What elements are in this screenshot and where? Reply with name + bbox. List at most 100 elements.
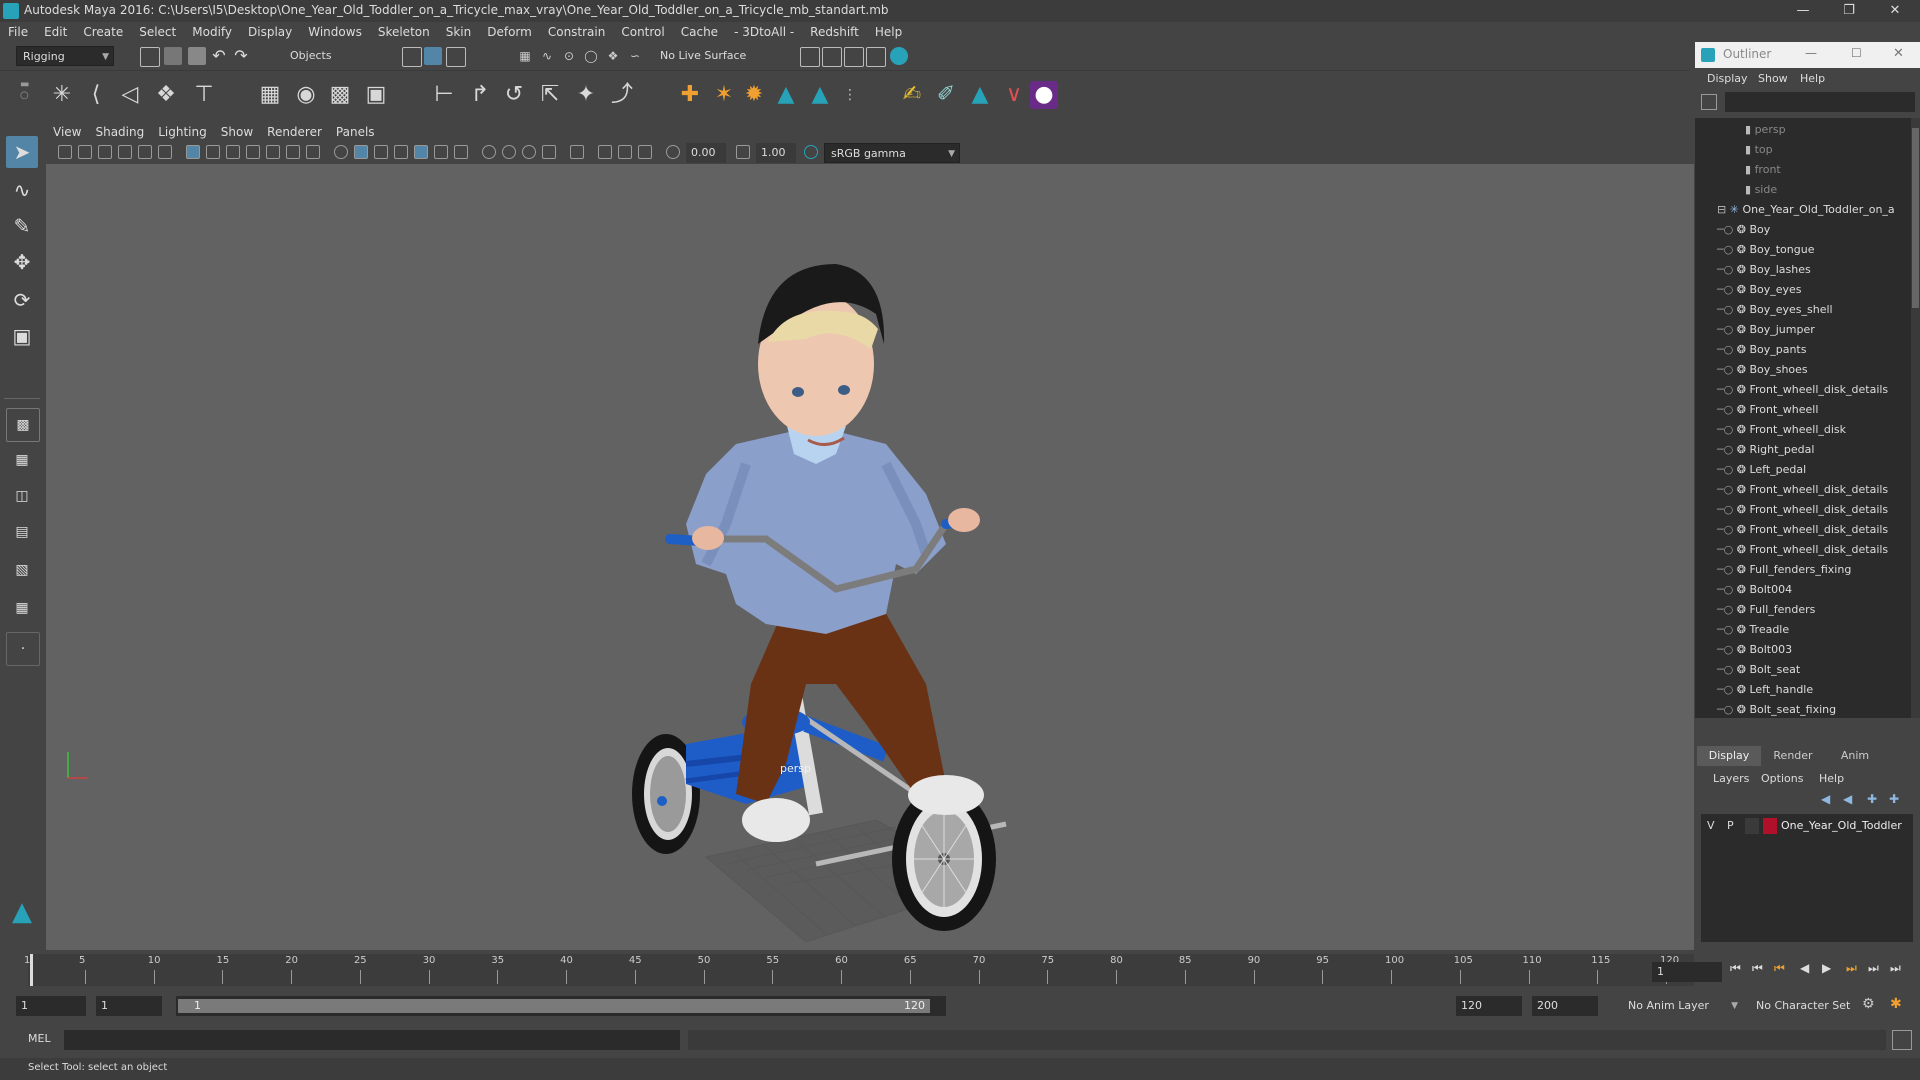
new-layer-selected-icon[interactable]: ✚	[1889, 792, 1899, 806]
textured-icon[interactable]	[414, 145, 428, 159]
outliner-menu-show[interactable]: Show	[1758, 72, 1788, 85]
screen-space-ao-icon[interactable]	[482, 145, 496, 159]
safe-action-icon[interactable]	[286, 145, 300, 159]
bookmark-icon[interactable]	[98, 145, 112, 159]
time-slider-track[interactable]: 1 5 10 15 20 25 30 35 40 45 50 55 60 65 70 75 80 85 90 95 10…	[24, 954, 1694, 986]
outliner-item[interactable]: ─○ ❂ Front_wheell_disk	[1717, 420, 1846, 440]
outliner-group-row[interactable]: ⊟ ✳ One_Year_Old_Toddler_on_a	[1717, 200, 1895, 220]
redo-icon[interactable]: ↷	[232, 47, 250, 65]
persp-outliner-icon[interactable]: ◫	[6, 480, 38, 512]
layer-move-up-icon[interactable]: ◀	[1821, 792, 1830, 806]
constraint-aim-icon[interactable]: ↱	[466, 81, 494, 109]
exposure-field[interactable]: 0.00	[686, 143, 726, 163]
render-settings-icon[interactable]	[844, 47, 864, 67]
camera-select-icon[interactable]	[58, 145, 72, 159]
collapse-icon[interactable]: ⊟	[1717, 203, 1726, 216]
resolution-gate-icon[interactable]	[226, 145, 240, 159]
cluster-handle-icon[interactable]: ✶	[710, 81, 738, 109]
outliner-item[interactable]: ─○ ❂ Left_handle	[1717, 680, 1813, 700]
rotate-tool-icon[interactable]: ⟳	[6, 284, 38, 316]
menu-windows[interactable]: Windows	[300, 22, 370, 42]
tab-anim[interactable]: Anim	[1825, 746, 1885, 766]
viewport-menu-renderer[interactable]: Renderer	[260, 122, 329, 142]
shadows-icon[interactable]	[454, 145, 468, 159]
step-back-icon[interactable]: ⏮	[1752, 961, 1763, 976]
colorspace-dropdown[interactable]: sRGB gamma ▼	[824, 143, 960, 163]
default-material-icon[interactable]	[374, 145, 388, 159]
outliner-item[interactable]: ─○ ❂ Bolt004	[1717, 580, 1792, 600]
anti-aliasing-icon[interactable]	[522, 145, 536, 159]
outliner-scrollbar[interactable]	[1911, 118, 1920, 718]
menu-skeleton[interactable]: Skeleton	[370, 22, 438, 42]
menu-constrain[interactable]: Constrain	[540, 22, 614, 42]
menu-deform[interactable]: Deform	[479, 22, 540, 42]
outliner-item[interactable]: ─○ ❂ Right_pedal	[1717, 440, 1814, 460]
scene-start-field[interactable]: 1	[16, 996, 86, 1016]
selection-mode-dropdown[interactable]: Objects	[284, 46, 380, 66]
outliner-item[interactable]: ─○ ❂ Front_wheell_disk_details	[1717, 520, 1888, 540]
outliner-item[interactable]: ─○ ❂ Left_pedal	[1717, 460, 1806, 480]
grid-toggle-icon[interactable]	[186, 145, 200, 159]
menu-cache[interactable]: Cache	[673, 22, 726, 42]
maximize-icon[interactable]: ❐	[1828, 0, 1870, 22]
xray-joints-icon[interactable]	[638, 145, 652, 159]
four-view-icon[interactable]: ▦	[6, 444, 38, 476]
constraint-pole-icon[interactable]: ⤴	[608, 81, 636, 109]
constraint-scale-icon[interactable]: ⇱	[536, 81, 564, 109]
outliner-maximize-icon[interactable]: ☐	[1851, 46, 1862, 60]
auto-key-icon[interactable]: ⚙	[1862, 996, 1875, 1012]
snap-grid-icon[interactable]: ▦	[516, 47, 534, 65]
prev-key-icon[interactable]: ⏮	[1774, 961, 1785, 976]
outliner-menu-help[interactable]: Help	[1800, 72, 1825, 85]
outliner-item[interactable]: ─○ ❂ Bolt_seat	[1717, 660, 1800, 680]
character-controls-icon[interactable]: ▲	[966, 81, 994, 109]
outliner-filter-icon[interactable]	[1701, 94, 1717, 110]
grease-pencil-icon[interactable]	[158, 145, 172, 159]
step-forward-icon[interactable]: ⏭	[1868, 961, 1879, 976]
character-set-dropdown[interactable]: No Character Set	[1750, 996, 1868, 1016]
select-joints-icon[interactable]: ✹	[740, 81, 768, 109]
layer-playback-toggle[interactable]: P	[1727, 819, 1734, 832]
locator-icon[interactable]: ✚	[676, 81, 704, 109]
tab-render[interactable]: Render	[1763, 746, 1823, 766]
outliner-menu-display[interactable]: Display	[1707, 72, 1748, 85]
outliner-item[interactable]: ─○ ❂ Boy	[1717, 220, 1770, 240]
scene-end-field[interactable]: 200	[1532, 996, 1598, 1016]
close-icon[interactable]: ✕	[1874, 0, 1916, 22]
hik-skeleton-icon[interactable]: ⋮	[836, 81, 864, 109]
next-key-icon[interactable]: ⏭	[1846, 961, 1857, 976]
outliner-camera-front[interactable]: ▮ front	[1745, 160, 1781, 180]
outliner-item[interactable]: ─○ ❂ Boy_jumper	[1717, 320, 1815, 340]
viewport-menu-lighting[interactable]: Lighting	[151, 122, 214, 142]
shader-icon[interactable]: ∨	[1000, 81, 1028, 109]
outliner-item[interactable]: ─○ ❂ Bolt_seat_fixing	[1717, 700, 1836, 720]
go-to-end-icon[interactable]: ⏭	[1890, 961, 1901, 976]
perspective-viewport[interactable]: persp	[46, 164, 1694, 950]
mirror-joint-icon[interactable]: ◁	[116, 81, 144, 109]
persp-hypershade-icon[interactable]: ▧	[6, 554, 38, 586]
exposure-icon[interactable]	[666, 145, 680, 159]
play-forward-icon[interactable]: ▶	[1822, 961, 1831, 975]
select-component-icon[interactable]	[446, 47, 466, 67]
outliner-item[interactable]: ─○ ❂ Treadle	[1717, 620, 1789, 640]
menu-display[interactable]: Display	[240, 22, 300, 42]
persp-graph-icon[interactable]: ▤	[6, 516, 38, 548]
shelf-options-icon[interactable]: ▬ ○	[20, 79, 32, 111]
snap-view-plane-icon[interactable]: ◯	[582, 47, 600, 65]
layer-row[interactable]: V P One_Year_Old_Toddler	[1701, 816, 1913, 836]
menu-select[interactable]: Select	[131, 22, 184, 42]
xray-icon[interactable]	[598, 145, 612, 159]
menu-modify[interactable]: Modify	[184, 22, 240, 42]
color-management-icon[interactable]	[804, 145, 818, 159]
skin-paint-icon[interactable]: ✐	[932, 81, 960, 109]
isolate-select-icon[interactable]	[570, 145, 584, 159]
snap-point-icon[interactable]: ⊙	[560, 47, 578, 65]
viewport-menu-view[interactable]: View	[46, 122, 88, 142]
outliner-item[interactable]: ─○ ❂ Full_fenders_fixing	[1717, 560, 1851, 580]
select-tool-icon[interactable]: ➤	[6, 136, 38, 168]
go-to-start-icon[interactable]: ⏮	[1730, 961, 1741, 976]
outliner-item[interactable]: ─○ ❂ Bolt003	[1717, 640, 1792, 660]
outliner-scroll-thumb[interactable]	[1912, 128, 1919, 308]
outliner-minimize-icon[interactable]: —	[1805, 46, 1817, 60]
layer-visibility-toggle[interactable]: V	[1707, 819, 1715, 832]
